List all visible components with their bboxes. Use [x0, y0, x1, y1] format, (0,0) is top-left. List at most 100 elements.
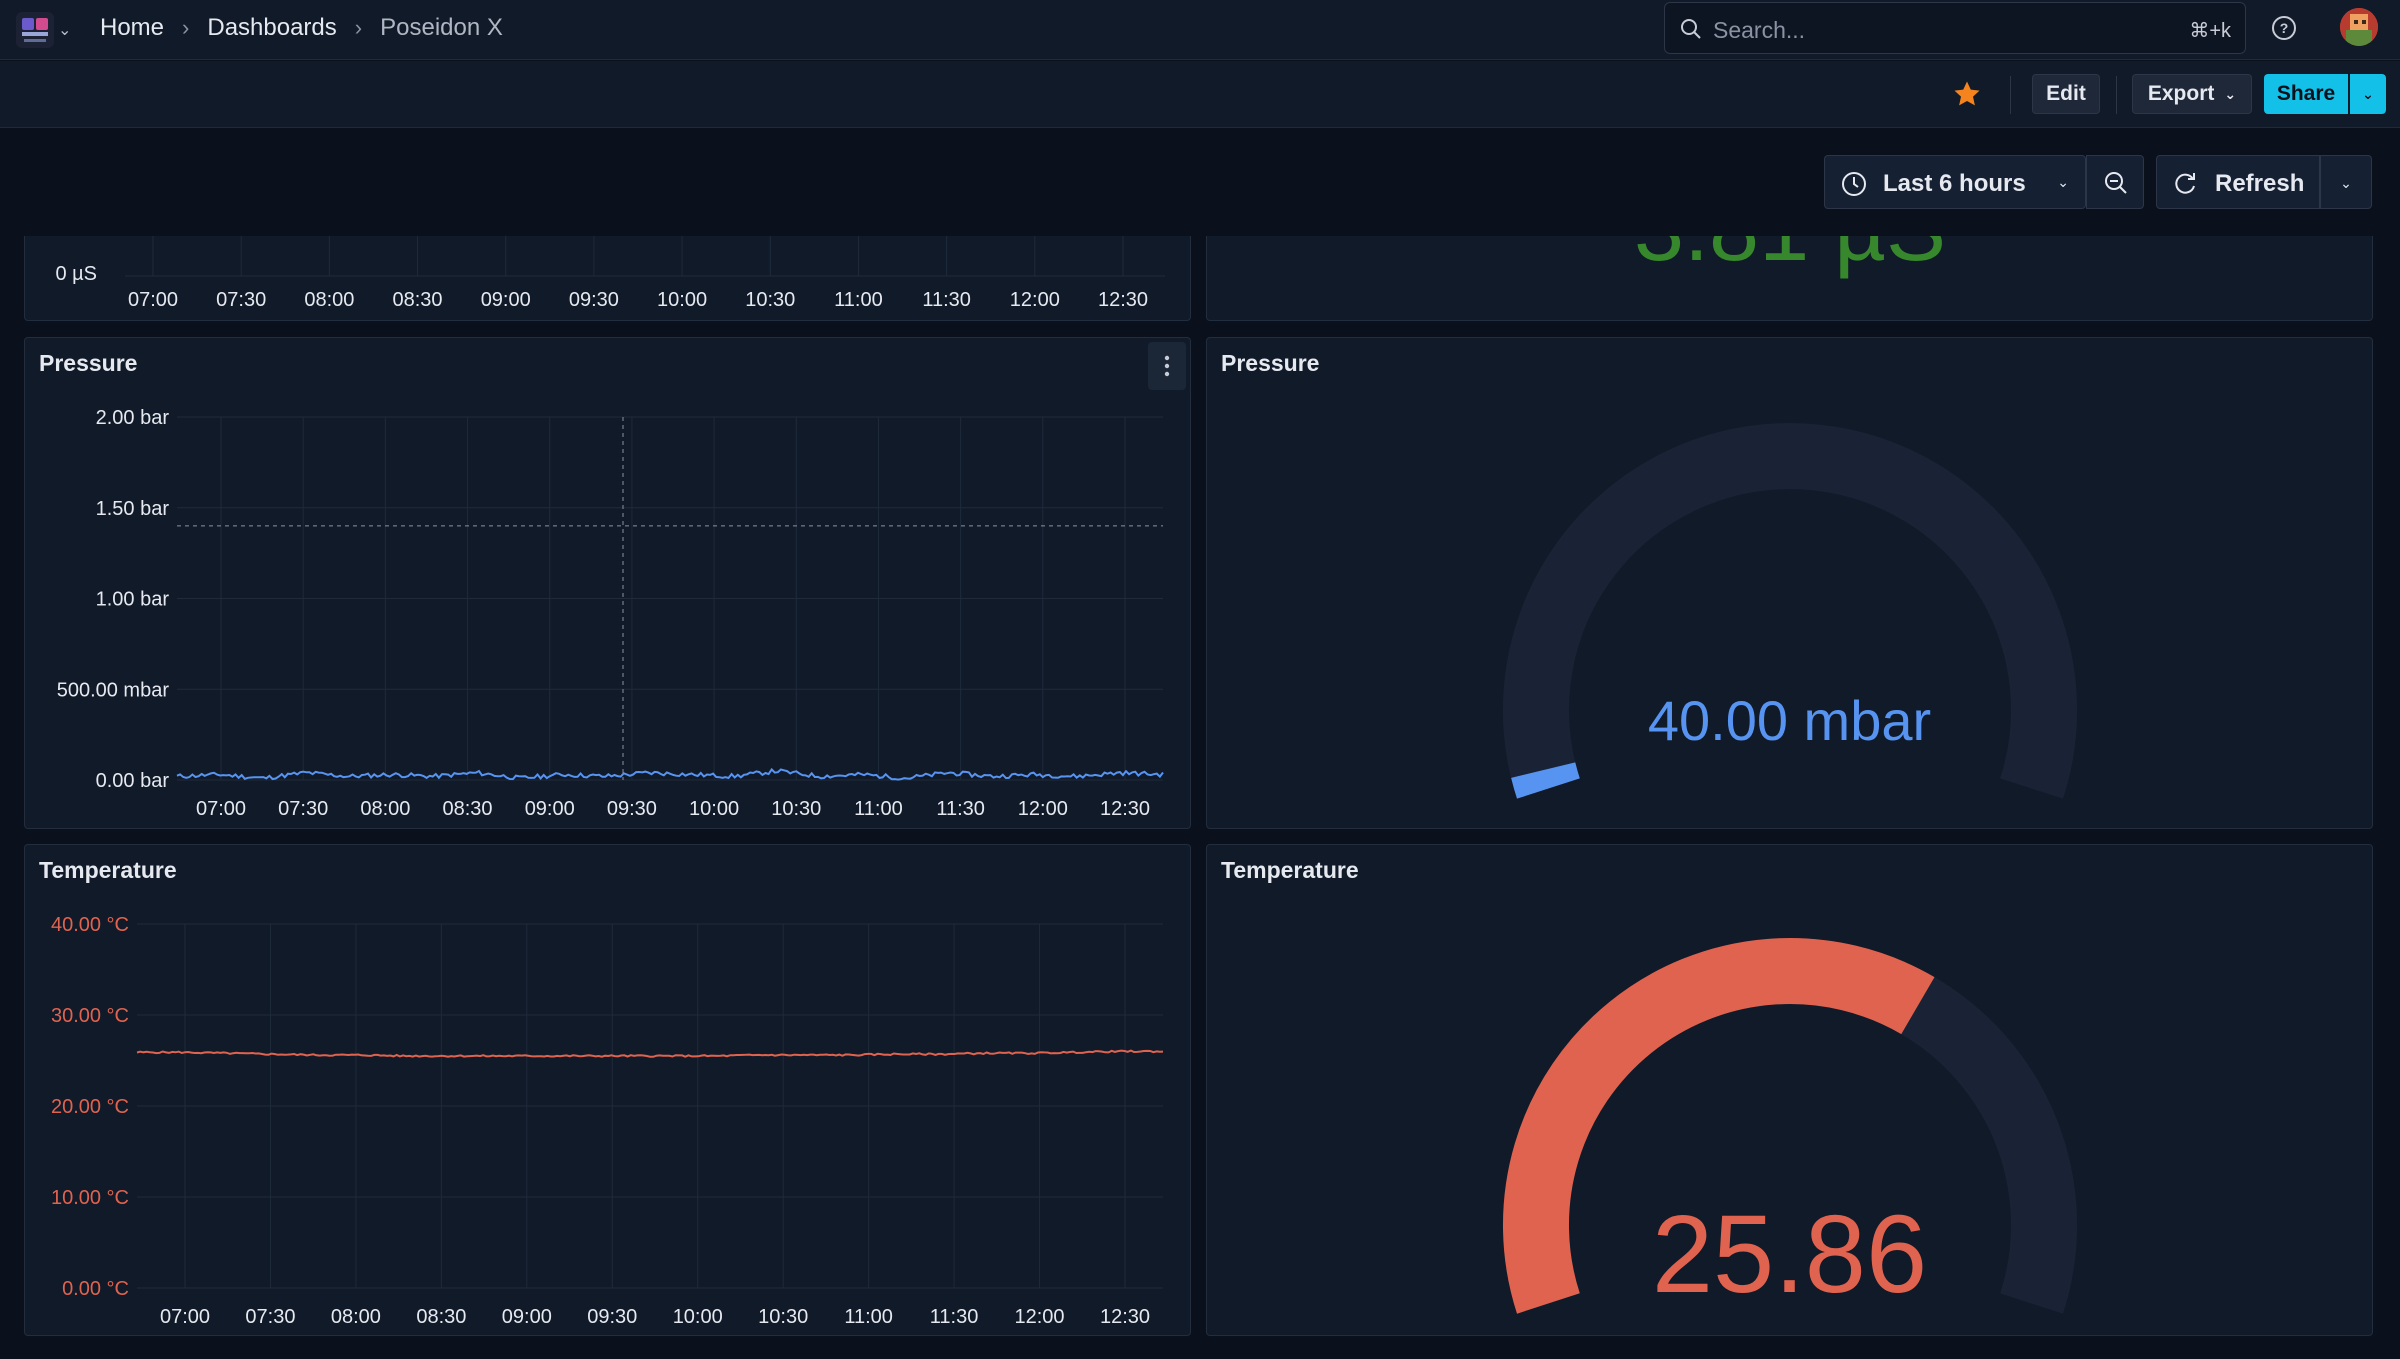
chevron-down-icon: ⌄ [2362, 85, 2374, 102]
y-tick-label: 1.00 bar [96, 589, 170, 611]
search-icon [1681, 19, 1701, 39]
export-button[interactable]: Export ⌄ [2132, 74, 2252, 114]
y-tick-label: 1.50 bar [96, 498, 170, 520]
time-range-label: Last 6 hours [1883, 170, 2026, 197]
x-tick-label: 11:30 [922, 289, 971, 311]
x-tick-label: 08:00 [331, 1306, 381, 1328]
breadcrumb-separator-icon: › [182, 15, 190, 40]
breadcrumb-dashboards[interactable]: Dashboards [207, 14, 336, 42]
x-tick-label: 11:30 [936, 798, 985, 820]
y-tick-label: 0.00 bar [96, 770, 170, 792]
y-tick-label: 10.00 °C [51, 1187, 129, 1209]
export-button-label: Export [2147, 82, 2215, 105]
conductivity-gauge-panel: 3.81 µS [1206, 236, 2373, 321]
y-tick-label: 30.00 °C [51, 1005, 129, 1027]
gauge-value: 40.00 mbar [1647, 689, 1932, 752]
x-tick-label: 09:30 [607, 798, 657, 820]
x-tick-label: 12:30 [1100, 798, 1150, 820]
zoom-out-icon [2105, 172, 2127, 194]
temperature-timeseries-panel: Temperature 40.00 °C 30.00 °C 20.00 °C 10.0… [24, 844, 1191, 1336]
conductivity-chart: 0 µS 07:00 07:30 08:00 08:30 09:00 09:30 10:00 1… [55, 236, 1165, 311]
pressure-chart[interactable]: 2.00 bar 1.50 bar 1.00 bar 500.00 mbar 0.00 … [25, 338, 1191, 829]
x-tick-label: 12:30 [1098, 289, 1148, 311]
share-button[interactable]: Share [2264, 74, 2348, 114]
x-tick-label: 07:00 [196, 798, 246, 820]
pressure-timeseries-panel: Pressure 2.00 bar 1.50 bar 1.00 bar 500.00 … [24, 337, 1191, 829]
x-tick-label: 08:00 [360, 798, 410, 820]
chevron-down-icon: ⌄ [2057, 174, 2069, 190]
app-logo[interactable] [16, 12, 54, 48]
breadcrumb: Home › Dashboards › Poseidon X [100, 12, 503, 44]
x-tick-label: 10:00 [657, 289, 707, 311]
gauge-value: 25.86 [1651, 1193, 1928, 1316]
series-line [136, 1049, 1164, 1058]
svg-text:?: ? [2280, 20, 2289, 36]
x-tick-label: 09:00 [481, 289, 531, 311]
x-tick-label: 10:30 [745, 289, 795, 311]
x-tick-label: 10:00 [689, 798, 739, 820]
x-tick-label: 07:00 [128, 289, 178, 311]
search-input[interactable]: Search... ⌘+k [1664, 2, 2246, 54]
y-tick-label: 2.00 bar [96, 407, 170, 429]
y-tick-label: 20.00 °C [51, 1096, 129, 1118]
x-tick-label: 11:30 [930, 1306, 979, 1328]
share-button-label: Share [2276, 82, 2336, 105]
temperature-gauge-panel: Temperature 25.86 [1206, 844, 2373, 1336]
x-tick-label: 09:30 [587, 1306, 637, 1328]
x-tick-label: 08:30 [393, 289, 443, 311]
toolbar-divider [2010, 76, 2011, 114]
x-tick-label: 10:00 [673, 1306, 723, 1328]
x-tick-label: 11:00 [834, 289, 883, 311]
refresh-icon [2175, 173, 2195, 194]
refresh-label: Refresh [2215, 170, 2305, 197]
conductivity-timeseries-panel: 0 µS 07:00 07:30 08:00 08:30 09:00 09:30 10:00 1… [24, 236, 1191, 321]
search-shortcut: ⌘+k [2189, 20, 2231, 42]
x-tick-label: 11:00 [844, 1306, 893, 1328]
x-tick-label: 11:00 [854, 798, 903, 820]
y-tick-label: 0 µS [55, 263, 97, 285]
dashboard-toolbar: Edit Export ⌄ Share ⌄ [0, 61, 2400, 128]
x-tick-label: 12:30 [1100, 1306, 1150, 1328]
y-tick-label: 500.00 mbar [57, 679, 170, 701]
time-range-picker[interactable]: Last 6 hours ⌄ [1824, 155, 2086, 209]
x-tick-label: 10:30 [771, 798, 821, 820]
search-placeholder: Search... [1713, 17, 1806, 43]
refresh-button[interactable]: Refresh [2156, 155, 2320, 209]
more-vertical-icon [1164, 355, 1170, 377]
panel-menu-button[interactable] [1148, 342, 1186, 390]
pressure-gauge-panel: Pressure 40.00 mbar [1206, 337, 2373, 829]
x-tick-label: 08:30 [416, 1306, 466, 1328]
conductivity-gauge: 3.81 µS [1634, 236, 1946, 280]
x-tick-label: 09:00 [525, 798, 575, 820]
chevron-down-icon: ⌄ [2224, 85, 2237, 102]
top-navbar: ⌄ Home › Dashboards › Poseidon X Search.… [0, 0, 2400, 60]
share-options-button[interactable]: ⌄ [2350, 74, 2386, 114]
zoom-out-button[interactable] [2086, 155, 2144, 209]
pressure-gauge [1503, 423, 2077, 799]
x-tick-label: 12:00 [1015, 1306, 1065, 1328]
user-avatar[interactable] [2340, 8, 2378, 46]
x-tick-label: 08:30 [443, 798, 493, 820]
x-tick-label: 12:00 [1010, 289, 1060, 311]
chevron-down-icon[interactable]: ⌄ [58, 20, 71, 40]
help-icon[interactable]: ? [2270, 14, 2298, 42]
breadcrumb-home[interactable]: Home [100, 14, 164, 42]
breadcrumb-separator-icon: › [354, 15, 363, 40]
chevron-down-icon: ⌄ [2340, 175, 2352, 191]
refresh-interval-button[interactable]: ⌄ [2320, 155, 2372, 209]
breadcrumb-current-dashboard: Poseidon X [380, 14, 503, 41]
temperature-chart[interactable]: 40.00 °C 30.00 °C 20.00 °C 10.00 °C 0.00 °C 0… [25, 845, 1191, 1336]
x-tick-label: 10:30 [758, 1306, 808, 1328]
gauge-value: 3.81 µS [1634, 236, 1946, 280]
x-tick-label: 07:30 [245, 1306, 295, 1328]
series-line [176, 767, 1164, 781]
edit-button[interactable]: Edit [2032, 74, 2100, 114]
y-tick-label: 40.00 °C [51, 914, 129, 936]
x-tick-label: 09:00 [502, 1306, 552, 1328]
x-tick-label: 07:00 [160, 1306, 210, 1328]
x-tick-label: 12:00 [1018, 798, 1068, 820]
x-tick-label: 09:30 [569, 289, 619, 311]
star-icon[interactable] [1952, 79, 1982, 109]
toolbar-divider [2116, 76, 2117, 114]
gauge-fill [1511, 762, 1580, 799]
